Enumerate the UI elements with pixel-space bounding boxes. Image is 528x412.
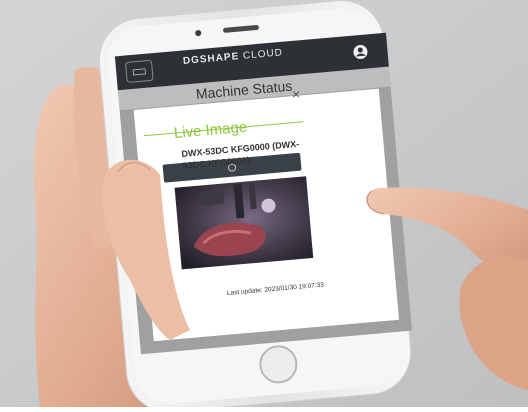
- menu-icon[interactable]: [138, 58, 164, 78]
- last-update-text: Last update: 2023/01/30 19:07:33: [226, 281, 325, 297]
- live-camera-image: [196, 186, 336, 272]
- page-subtitle: Machine Status: [195, 77, 293, 102]
- user-avatar-icon[interactable]: [364, 40, 382, 58]
- modal-title: Live Image: [173, 118, 248, 142]
- phone-screen: DGSHAPE CLOUD Machine Status × Live Imag…: [0, 0, 528, 407]
- brand-logo[interactable]: DGSHAPE CLOUD: [183, 47, 284, 67]
- refresh-icon[interactable]: [186, 164, 316, 182]
- brand-light: CLOUD: [242, 47, 284, 62]
- brand-bold: DGSHAPE: [182, 51, 240, 67]
- close-icon[interactable]: ×: [292, 87, 300, 101]
